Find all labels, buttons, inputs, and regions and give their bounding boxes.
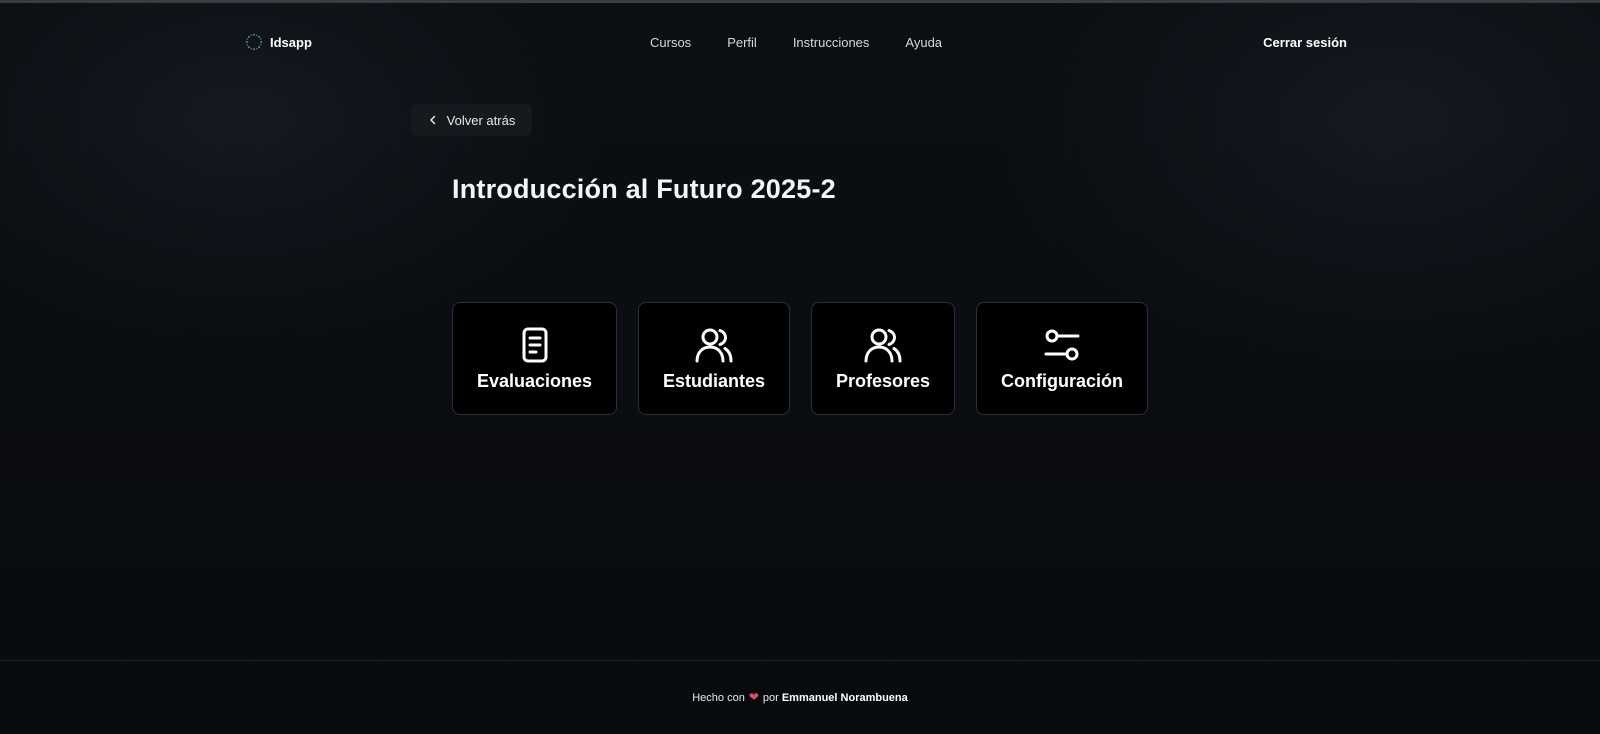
dotted-circle-logo-icon	[245, 33, 263, 51]
card-configuracion[interactable]: Configuración	[976, 302, 1148, 415]
back-button-label: Volver atrás	[446, 112, 516, 128]
card-estudiantes[interactable]: Estudiantes	[638, 302, 790, 415]
nav-link-perfil[interactable]: Perfil	[727, 35, 757, 50]
footer-divider	[0, 660, 1600, 661]
card-evaluaciones[interactable]: Evaluaciones	[452, 302, 617, 415]
page-title: Introducción al Futuro 2025-2	[452, 174, 836, 204]
nav-link-instrucciones[interactable]: Instrucciones	[793, 35, 870, 50]
brand-name: Idsapp	[270, 34, 312, 50]
footer-prefix: Hecho con	[692, 692, 745, 704]
sliders-icon	[1044, 329, 1080, 361]
top-navbar: Idsapp Cursos Perfil Instrucciones Ayuda…	[0, 3, 1600, 77]
main-nav: Cursos Perfil Instrucciones Ayuda	[650, 35, 942, 50]
brand-logo[interactable]: Idsapp	[245, 33, 312, 51]
card-label: Configuración	[1001, 371, 1123, 391]
footer-by: por	[762, 692, 779, 704]
course-sections: Evaluaciones Estudiantes Profesores Conf…	[452, 302, 1148, 415]
card-label: Estudiantes	[662, 371, 766, 391]
users-icon	[695, 328, 733, 363]
document-icon	[522, 327, 547, 363]
footer-author: Emmanuel Norambuena	[781, 692, 908, 704]
card-profesores[interactable]: Profesores	[811, 302, 955, 415]
card-label: Evaluaciones	[476, 371, 593, 391]
heart-icon: ❤	[748, 690, 759, 704]
nav-link-cursos[interactable]: Cursos	[650, 35, 691, 50]
chevron-left-icon	[429, 115, 435, 125]
card-label: Profesores	[835, 371, 931, 391]
back-button[interactable]: Volver atrás	[411, 104, 532, 136]
users-icon	[864, 328, 902, 363]
logout-button[interactable]: Cerrar sesión	[1263, 35, 1347, 50]
nav-link-ayuda[interactable]: Ayuda	[905, 35, 942, 50]
footer: Hecho con ❤ por Emmanuel Norambuena	[0, 690, 1600, 704]
